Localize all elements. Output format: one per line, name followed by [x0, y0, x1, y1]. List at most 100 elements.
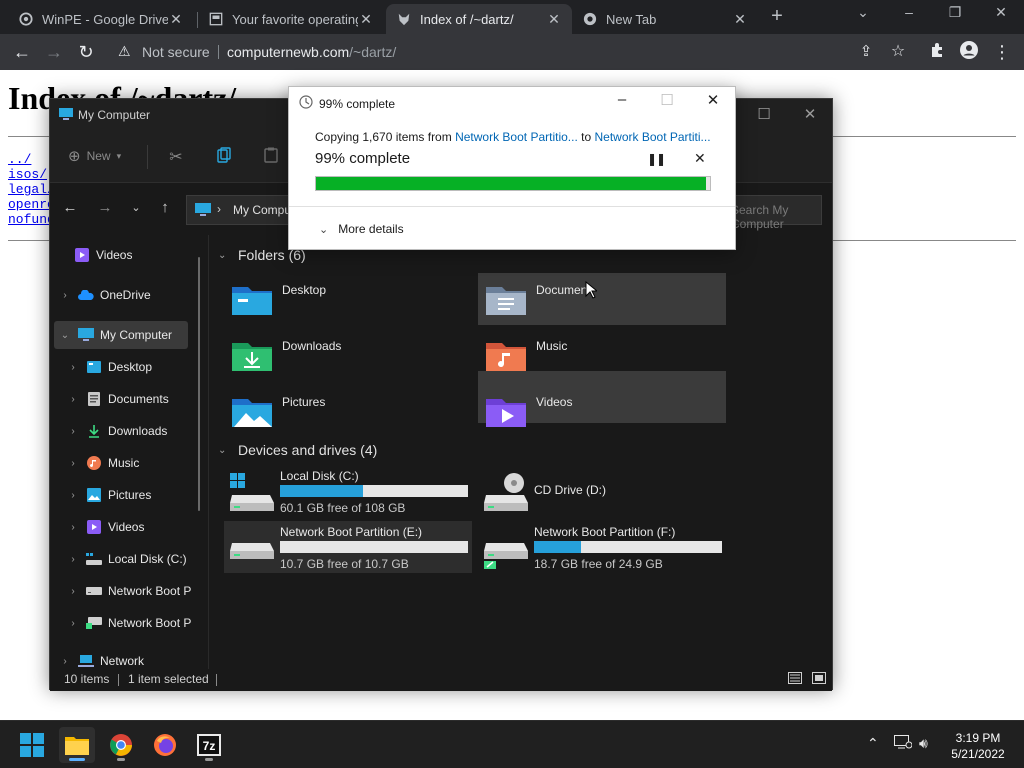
pause-button[interactable]: ❚❚ [647, 152, 666, 166]
nav-item-downloads[interactable]: › Downloads [66, 417, 206, 445]
nav-item-desktop[interactable]: › Desktop [66, 353, 206, 381]
close-tab-icon[interactable]: ✕ [168, 11, 184, 28]
folder-documents[interactable]: Documen [478, 273, 726, 325]
cd-drive-icon [484, 473, 528, 511]
back-button[interactable]: ← [11, 41, 33, 63]
link-openro[interactable]: openro [8, 197, 55, 212]
nav-item-videos-top[interactable]: Videos [68, 241, 208, 269]
destination-link[interactable]: Network Boot Partiti... [595, 130, 711, 144]
more-details-button[interactable]: ⌄ More details [319, 222, 404, 236]
tiles-view-icon[interactable] [812, 672, 826, 687]
drive-usage-bar [280, 541, 468, 553]
maximize-icon[interactable]: ☐ [657, 91, 677, 109]
copy-icon[interactable] [214, 147, 234, 168]
paste-icon[interactable] [261, 147, 281, 168]
network-status-icon[interactable] [894, 735, 913, 752]
nav-item-documents[interactable]: › Documents [66, 385, 206, 413]
drive-cd-d[interactable]: CD Drive (D:) [478, 465, 726, 517]
folder-downloads[interactable]: Downloads [224, 329, 472, 381]
tab-title: New Tab [606, 11, 657, 27]
link-legal[interactable]: legal/ [8, 182, 55, 197]
nav-item-videos[interactable]: › Videos [66, 513, 206, 541]
share-icon[interactable]: ⇪ [855, 41, 877, 63]
minimize-icon[interactable]: – [898, 4, 920, 20]
taskbar-chrome[interactable] [103, 727, 139, 763]
drives-header[interactable]: ⌄ Devices and drives (4) [218, 442, 377, 458]
taskbar: 7z ⌃ 🔊︎ 3:19 PM 5/21/2022 [0, 720, 1024, 768]
tab-google-drive[interactable]: WinPE - Google Drive ✕ [8, 4, 194, 34]
nav-item-music[interactable]: › Music [66, 449, 206, 477]
folder-pictures[interactable]: Pictures [224, 385, 472, 437]
close-tab-icon[interactable]: ✕ [732, 11, 748, 28]
drive-local-disk-c[interactable]: Local Disk (C:) 60.1 GB free of 108 GB [224, 465, 472, 517]
reload-button[interactable]: ↻ [75, 41, 97, 63]
details-view-icon[interactable] [788, 672, 802, 687]
minimize-icon[interactable]: – [612, 91, 632, 108]
start-button[interactable] [14, 727, 50, 763]
show-hidden-icons-chevron-icon[interactable]: ⌃ [867, 735, 879, 752]
url-text: computernewb.com/~dartz/ [227, 44, 397, 60]
folder-music[interactable]: Music [478, 329, 726, 381]
up-arrow-icon[interactable]: ↑ [155, 199, 175, 216]
link-nofund[interactable]: nofund [8, 212, 55, 227]
chevron-down-icon[interactable]: ⌄ [58, 330, 72, 341]
downloads-folder-icon [232, 343, 272, 371]
tab-title: WinPE - Google Drive [42, 11, 168, 27]
cancel-button[interactable]: ✕ [694, 150, 706, 167]
status-bar: 10 items 1 item selected [50, 669, 832, 691]
system-clock[interactable]: 3:19 PM 5/21/2022 [940, 730, 1016, 762]
profile-avatar-icon[interactable] [958, 41, 980, 63]
wolf-icon [396, 11, 412, 27]
close-tab-icon[interactable]: ✕ [358, 11, 374, 28]
tab-search-icon[interactable]: ⌄ [852, 4, 874, 21]
new-tab-button[interactable]: + [766, 6, 788, 28]
close-window-icon[interactable]: ✕ [990, 4, 1012, 21]
clock-time: 3:19 PM [955, 731, 1001, 745]
menu-kebab-icon[interactable]: ⋮ [991, 41, 1013, 63]
link-isos[interactable]: isos/ [8, 167, 55, 182]
pictures-icon [86, 487, 102, 503]
taskbar-firefox[interactable] [147, 727, 183, 763]
cut-icon[interactable]: ✂ [166, 147, 186, 167]
tab-operating-system[interactable]: Your favorite operating ✕ [198, 4, 384, 34]
bookmark-star-icon[interactable]: ☆ [887, 41, 909, 63]
tab-new-tab[interactable]: New Tab ✕ [572, 4, 758, 34]
tab-index-dartz[interactable]: Index of /~dartz/ ✕ [386, 4, 572, 34]
folder-desktop[interactable]: Desktop [224, 273, 472, 325]
drive-icon [86, 583, 102, 599]
maximize-icon[interactable]: ☐ [754, 105, 774, 123]
recent-locations-chevron-icon[interactable]: ⌄ [126, 201, 146, 214]
nav-item-onedrive[interactable]: › OneDrive [58, 281, 198, 309]
drive-network-boot-f[interactable]: Network Boot Partition (F:) 18.7 GB free… [478, 521, 726, 573]
source-link[interactable]: Network Boot Partitio... [455, 130, 578, 144]
drive-usage-bar [534, 541, 722, 553]
close-icon[interactable]: ✕ [703, 91, 723, 109]
folder-videos[interactable]: Videos [478, 385, 726, 437]
copy-description: Copying 1,670 items from Network Boot Pa… [315, 130, 711, 144]
nav-item-network-boot-e[interactable]: › Network Boot P [66, 577, 206, 605]
documents-icon [86, 391, 102, 407]
nav-item-my-computer[interactable]: ⌄ My Computer [54, 321, 188, 349]
nav-item-network-boot-f[interactable]: › Network Boot P [66, 609, 206, 637]
taskbar-file-explorer[interactable] [59, 727, 95, 763]
nav-scrollbar[interactable] [198, 257, 200, 511]
nav-item-network[interactable]: › Network [58, 647, 198, 669]
new-button[interactable]: ⊕ New ▾ [68, 147, 121, 165]
forward-arrow-icon[interactable]: → [95, 199, 115, 216]
extensions-icon[interactable] [926, 41, 948, 63]
chevron-right-icon[interactable]: › [58, 290, 72, 301]
address-bar[interactable]: ⚠ Not secure computernewb.com/~dartz/ [108, 38, 916, 66]
volume-icon[interactable]: 🔊︎ [919, 735, 928, 752]
chevron-down-icon: ⌄ [218, 444, 227, 456]
restore-icon[interactable]: ❐ [944, 4, 966, 21]
back-arrow-icon[interactable]: ← [60, 199, 80, 216]
forward-button[interactable]: → [43, 41, 65, 63]
dialog-title-bar[interactable]: 99% complete [299, 95, 395, 112]
close-icon[interactable]: ✕ [800, 105, 820, 123]
close-tab-icon[interactable]: ✕ [546, 11, 562, 28]
nav-item-pictures[interactable]: › Pictures [66, 481, 206, 509]
drive-network-boot-e[interactable]: Network Boot Partition (E:) 10.7 GB free… [224, 521, 472, 573]
taskbar-7zip[interactable]: 7z [191, 727, 227, 763]
nav-item-local-disk[interactable]: › Local Disk (C:) [66, 545, 206, 573]
link-parent[interactable]: ../ [8, 152, 55, 167]
